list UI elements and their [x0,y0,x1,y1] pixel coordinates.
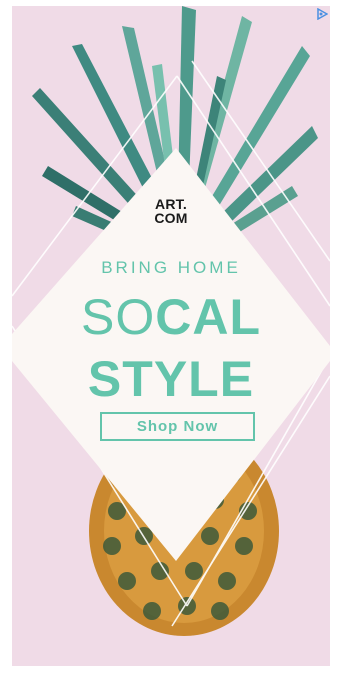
ad-banner[interactable]: ART. COM BRING HOME SOCAL STYLE Shop Now [12,6,330,666]
logo-line-2: COM [154,210,188,226]
shop-now-button[interactable]: Shop Now [100,412,255,441]
brand-logo[interactable]: ART. COM [12,197,330,225]
headline-thin-part: SO [80,289,156,345]
kicker-text: BRING HOME [101,258,241,277]
headline-line-2: STYLE [87,351,255,407]
headline-line-1: SOCAL [12,289,330,345]
adchoices-icon[interactable] [315,6,330,21]
adchoices-triangle-icon [317,7,328,20]
logo-line-1: ART. [155,196,187,212]
headline-bold-part: CAL [155,289,261,345]
